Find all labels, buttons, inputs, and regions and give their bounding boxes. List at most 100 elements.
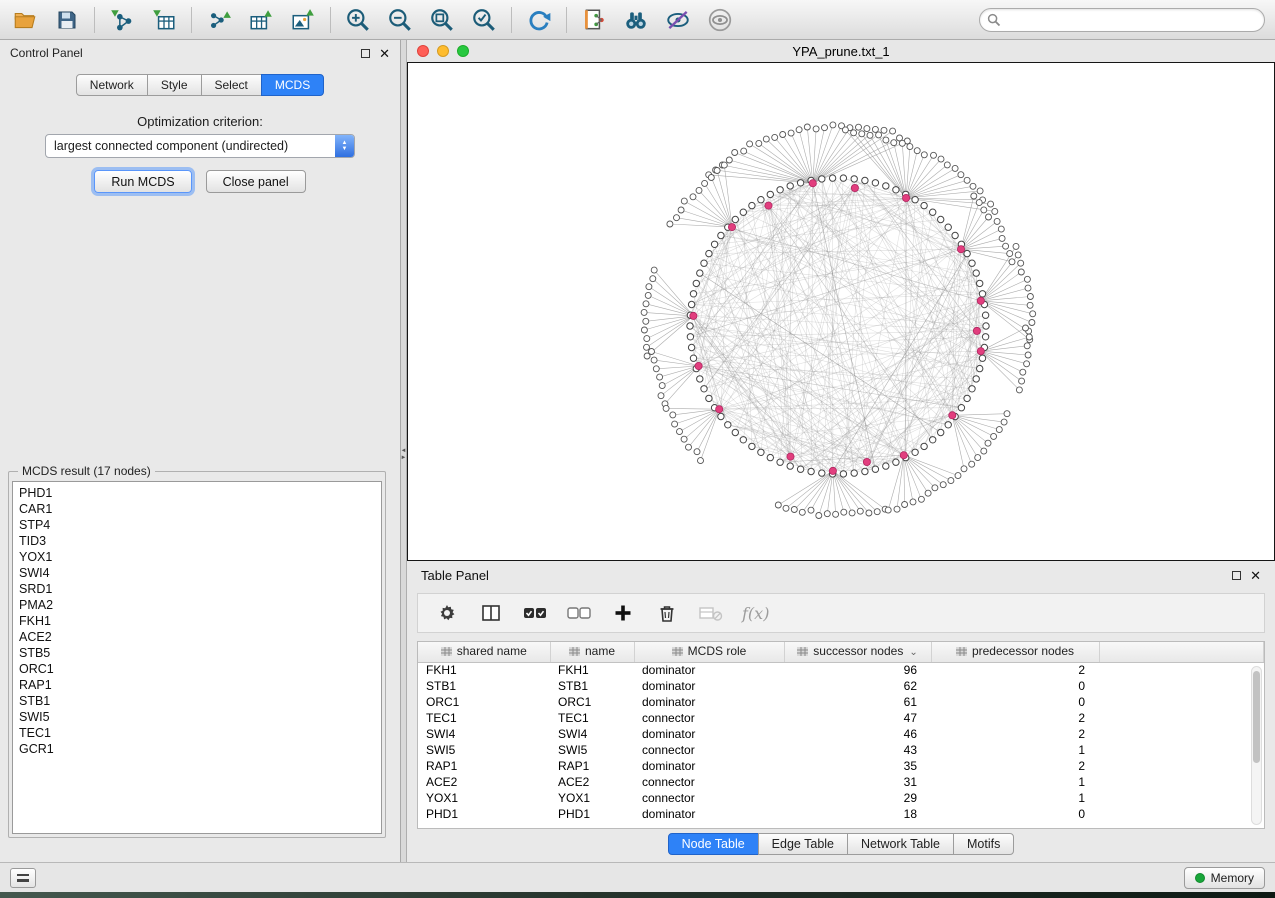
zoom-in-icon[interactable] <box>343 5 373 35</box>
tab-motifs[interactable]: Motifs <box>953 833 1014 855</box>
optimization-criterion-label: Optimization criterion: <box>0 114 400 129</box>
delete-column-trash-icon[interactable] <box>654 600 680 626</box>
float-panel-icon[interactable] <box>361 49 370 58</box>
find-binoculars-icon[interactable] <box>621 5 651 35</box>
mcds-result-item[interactable]: CAR1 <box>19 501 375 517</box>
mcds-result-item[interactable]: YOX1 <box>19 549 375 565</box>
tab-mcds[interactable]: MCDS <box>261 74 324 96</box>
table-scrollbar-thumb[interactable] <box>1253 671 1260 763</box>
select-all-columns-icon[interactable] <box>522 600 548 626</box>
memory-button[interactable]: Memory <box>1184 867 1265 889</box>
column-header-name[interactable]: name <box>550 642 634 662</box>
mcds-result-item[interactable]: RAP1 <box>19 677 375 693</box>
float-table-panel-icon[interactable] <box>1232 571 1241 580</box>
show-columns-icon[interactable] <box>478 600 504 626</box>
export-network-icon[interactable] <box>204 5 234 35</box>
save-session-icon[interactable] <box>52 5 82 35</box>
chevron-down-icon: ⌄ <box>909 647 917 658</box>
tab-style[interactable]: Style <box>147 74 202 96</box>
network-graph[interactable] <box>408 63 1274 560</box>
add-column-icon[interactable] <box>610 600 636 626</box>
list-menu-icon <box>17 874 29 882</box>
optimization-criterion-select[interactable]: largest connected component (undirected)… <box>45 134 355 158</box>
mcds-result-item[interactable]: SWI4 <box>19 565 375 581</box>
zoom-out-icon[interactable] <box>385 5 415 35</box>
memory-status-dot-icon <box>1195 873 1205 883</box>
mcds-result-item[interactable]: PHD1 <box>19 485 375 501</box>
table-panel: Table Panel ✕ <box>407 561 1275 862</box>
import-table-icon[interactable] <box>149 5 179 35</box>
mcds-result-item[interactable]: SRD1 <box>19 581 375 597</box>
network-window-title: YPA_prune.txt_1 <box>407 44 1275 59</box>
table-row[interactable]: FKH1FKH1dominator962 <box>418 662 1264 678</box>
status-bar: Memory <box>0 862 1275 892</box>
apply-layout-icon[interactable] <box>524 5 554 35</box>
column-grid-icon <box>956 645 967 659</box>
splitter-collapse-icons[interactable]: ◄► <box>401 448 407 462</box>
table-row[interactable]: RAP1RAP1dominator352 <box>418 758 1264 774</box>
table-row[interactable]: STB1STB1dominator620 <box>418 678 1264 694</box>
table-row[interactable]: TEC1TEC1connector472 <box>418 710 1264 726</box>
table-row[interactable]: PHD1PHD1dominator180 <box>418 806 1264 822</box>
show-details-icon[interactable] <box>705 5 735 35</box>
table-settings-gear-icon[interactable] <box>434 600 460 626</box>
zoom-fit-icon[interactable] <box>427 5 457 35</box>
mcds-result-list[interactable]: PHD1CAR1STP4TID3YOX1SWI4SRD1PMA2FKH1ACE2… <box>12 481 382 834</box>
hide-details-icon[interactable] <box>663 5 693 35</box>
toolbar-separator <box>330 7 331 33</box>
run-mcds-button[interactable]: Run MCDS <box>94 170 191 193</box>
close-panel-button[interactable]: Close panel <box>206 170 306 193</box>
column-header-successor-nodes[interactable]: successor nodes⌄ <box>784 642 931 662</box>
combo-stepper-icon[interactable]: ▲ ▼ <box>335 135 354 157</box>
mcds-result-item[interactable]: STB5 <box>19 645 375 661</box>
tab-select[interactable]: Select <box>201 74 262 96</box>
export-table-icon[interactable] <box>246 5 276 35</box>
close-window-icon[interactable] <box>417 45 429 57</box>
table-row[interactable]: ORC1ORC1dominator610 <box>418 694 1264 710</box>
function-builder-icon[interactable]: f(x) <box>742 604 769 623</box>
close-panel-icon[interactable]: ✕ <box>379 47 390 60</box>
mcds-result-group: MCDS result (17 nodes) PHD1CAR1STP4TID3Y… <box>8 464 386 838</box>
zoom-selected-icon[interactable] <box>469 5 499 35</box>
toolbar-separator <box>511 7 512 33</box>
mcds-buttons-row: Run MCDS Close panel <box>0 170 400 193</box>
table-scrollbar[interactable] <box>1251 666 1262 825</box>
mcds-result-item[interactable]: STB1 <box>19 693 375 709</box>
column-header-shared-name[interactable]: shared name <box>418 642 550 662</box>
status-menu-button[interactable] <box>10 868 36 888</box>
tab-edge-table[interactable]: Edge Table <box>758 833 848 855</box>
table-panel-tabs: Node Table Edge Table Network Table Moti… <box>407 833 1275 855</box>
mcds-result-item[interactable]: STP4 <box>19 517 375 533</box>
column-header-predecessor-nodes[interactable]: predecessor nodes <box>931 642 1099 662</box>
mcds-result-item[interactable]: ORC1 <box>19 661 375 677</box>
mcds-result-item[interactable]: TEC1 <box>19 725 375 741</box>
mcds-result-item[interactable]: ACE2 <box>19 629 375 645</box>
search-input[interactable] <box>979 8 1265 32</box>
control-panel-tabs: Network Style Select MCDS <box>0 74 400 96</box>
table-row[interactable]: SWI5SWI5connector431 <box>418 742 1264 758</box>
combo-selected-value: largest connected component (undirected) <box>46 139 335 153</box>
column-header-mcds-role[interactable]: MCDS role <box>634 642 784 662</box>
export-image-icon[interactable] <box>288 5 318 35</box>
network-canvas[interactable] <box>407 62 1275 561</box>
maximize-window-icon[interactable] <box>457 45 469 57</box>
clone-network-icon[interactable] <box>579 5 609 35</box>
minimize-window-icon[interactable] <box>437 45 449 57</box>
tab-network-table[interactable]: Network Table <box>847 833 954 855</box>
mcds-result-item[interactable]: FKH1 <box>19 613 375 629</box>
tab-node-table[interactable]: Node Table <box>668 833 759 855</box>
mcds-result-item[interactable]: TID3 <box>19 533 375 549</box>
mcds-result-item[interactable]: PMA2 <box>19 597 375 613</box>
open-session-icon[interactable] <box>10 5 40 35</box>
close-table-panel-icon[interactable]: ✕ <box>1250 569 1261 582</box>
mcds-result-item[interactable]: GCR1 <box>19 741 375 757</box>
import-network-icon[interactable] <box>107 5 137 35</box>
table-row[interactable]: ACE2ACE2connector311 <box>418 774 1264 790</box>
table-panel-title: Table Panel <box>421 568 489 583</box>
unselect-all-columns-icon[interactable] <box>566 600 592 626</box>
control-panel-header: Control Panel ✕ <box>0 40 400 66</box>
tab-network[interactable]: Network <box>76 74 148 96</box>
table-row[interactable]: SWI4SWI4dominator462 <box>418 726 1264 742</box>
mcds-result-item[interactable]: SWI5 <box>19 709 375 725</box>
table-row[interactable]: YOX1YOX1connector291 <box>418 790 1264 806</box>
